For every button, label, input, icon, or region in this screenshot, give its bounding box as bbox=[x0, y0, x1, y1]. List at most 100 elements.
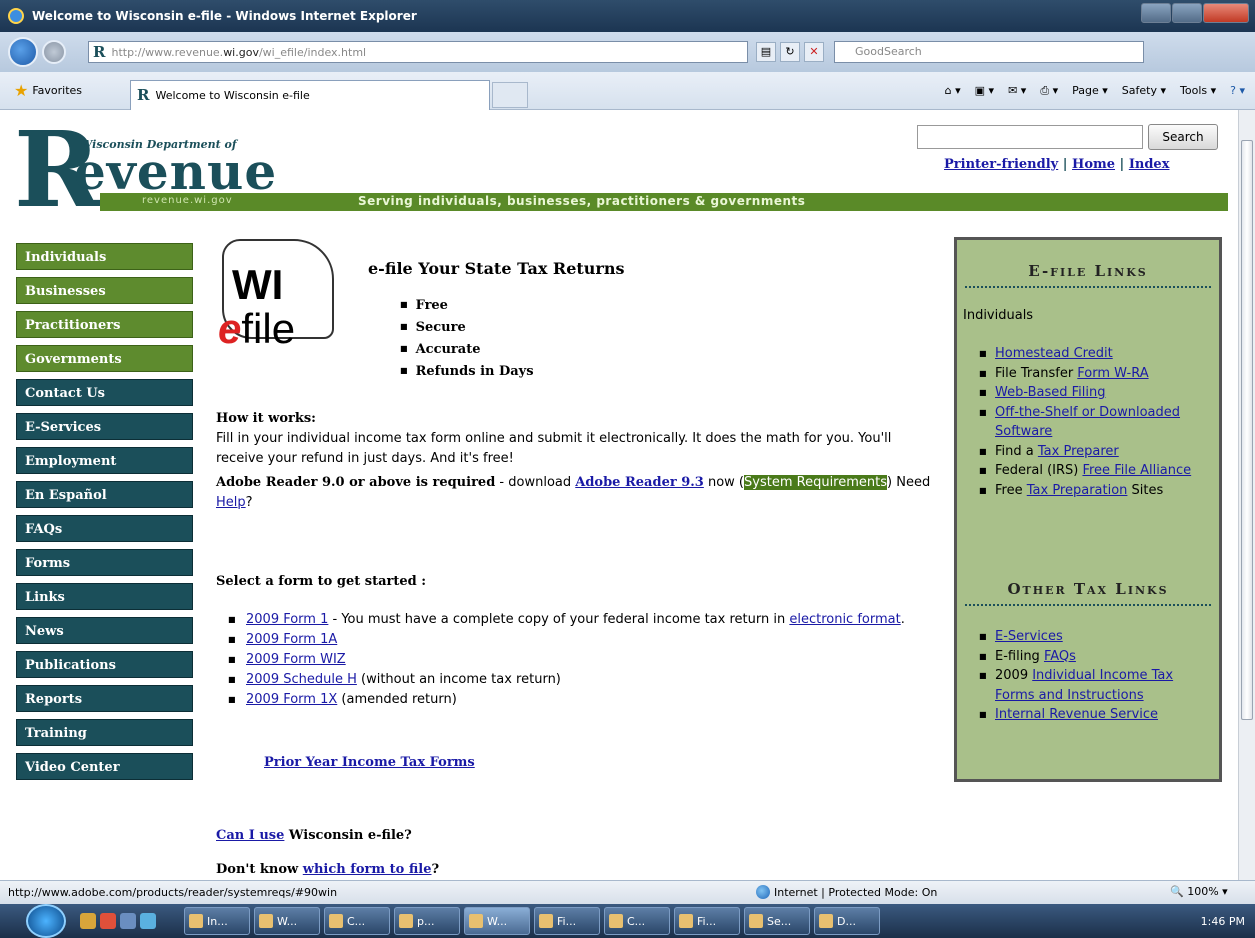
nav-item[interactable]: Practitioners bbox=[16, 311, 193, 338]
adobe-reader-link[interactable]: Adobe Reader 9.3 bbox=[575, 475, 704, 490]
nav-item[interactable]: En Español bbox=[16, 481, 193, 508]
taskbar-button[interactable]: Fi... bbox=[674, 907, 740, 935]
search-input[interactable]: GoodSearch bbox=[834, 41, 1144, 63]
url-input[interactable]: R http://www.revenue. wi.gov/wi_efile/ind… bbox=[88, 41, 748, 63]
sidebar-link[interactable]: FAQs bbox=[1044, 649, 1076, 664]
nav-item[interactable]: Governments bbox=[16, 345, 193, 372]
mail-icon[interactable]: ✉ ▾ bbox=[1008, 84, 1026, 97]
nav-item[interactable]: Contact Us bbox=[16, 379, 193, 406]
home-link[interactable]: Home bbox=[1072, 157, 1115, 172]
sidebar-link[interactable]: Off-the-Shelf or Downloaded Software bbox=[995, 405, 1180, 440]
taskbar-button[interactable]: Se... bbox=[744, 907, 810, 935]
logo-wi: WI bbox=[232, 261, 284, 308]
sidebar-item: 2009 Individual Income Tax Forms and Ins… bbox=[979, 666, 1215, 705]
dont-know: Don't know which form to file? bbox=[216, 862, 439, 877]
printer-friendly-link[interactable]: Printer-friendly bbox=[944, 157, 1058, 172]
nav-item[interactable]: Publications bbox=[16, 651, 193, 678]
help-icon[interactable]: ? ▾ bbox=[1230, 84, 1245, 97]
security-zone[interactable]: Internet | Protected Mode: On bbox=[756, 885, 937, 899]
nav-item[interactable]: Individuals bbox=[16, 243, 193, 270]
feeds-icon[interactable]: ▣ ▾ bbox=[975, 84, 994, 97]
taskbar-button[interactable]: W... bbox=[254, 907, 320, 935]
individuals-label: Individuals bbox=[963, 308, 1034, 323]
sidebar-link[interactable]: Web-Based Filing bbox=[995, 385, 1105, 400]
form-item: 2009 Form 1A bbox=[228, 630, 946, 650]
minimize-button[interactable] bbox=[1141, 3, 1171, 23]
sidebar-link[interactable]: Homestead Credit bbox=[995, 346, 1113, 361]
sidebar-link[interactable]: Tax Preparation bbox=[1027, 483, 1128, 498]
taskbar-button[interactable]: In... bbox=[184, 907, 250, 935]
site-search-input[interactable] bbox=[917, 125, 1143, 149]
sidebar-link[interactable]: Tax Preparer bbox=[1038, 444, 1119, 459]
nav-item[interactable]: Businesses bbox=[16, 277, 193, 304]
start-button[interactable] bbox=[26, 904, 66, 938]
form-link[interactable]: 2009 Form WIZ bbox=[246, 652, 346, 667]
compat-icon[interactable]: ▤ bbox=[756, 42, 776, 62]
app-icon[interactable] bbox=[140, 913, 156, 929]
taskbar-button[interactable]: W... bbox=[464, 907, 530, 935]
sidebar-link[interactable]: Form W-RA bbox=[1077, 366, 1148, 381]
taskbar-button[interactable]: C... bbox=[604, 907, 670, 935]
home-icon[interactable]: ⌂ ▾ bbox=[945, 84, 961, 97]
close-button[interactable] bbox=[1203, 3, 1249, 23]
app-icon[interactable] bbox=[100, 913, 116, 929]
tools-menu[interactable]: Tools ▾ bbox=[1180, 84, 1216, 97]
nav-item[interactable]: FAQs bbox=[16, 515, 193, 542]
back-button[interactable] bbox=[8, 37, 38, 67]
help-link[interactable]: Help bbox=[216, 495, 246, 510]
sidebar-post: Sites bbox=[1127, 482, 1164, 498]
taskbar-button[interactable]: C... bbox=[324, 907, 390, 935]
nav-item[interactable]: Reports bbox=[16, 685, 193, 712]
nav-item[interactable]: Video Center bbox=[16, 753, 193, 780]
nav-item[interactable]: E-Services bbox=[16, 413, 193, 440]
vertical-scrollbar[interactable] bbox=[1238, 110, 1255, 880]
zoom-level[interactable]: 🔍 100% ▾ bbox=[1170, 885, 1228, 898]
sidebar-pre: Federal (IRS) bbox=[995, 463, 1083, 478]
form-link[interactable]: 2009 Schedule H bbox=[246, 672, 357, 687]
maximize-button[interactable] bbox=[1172, 3, 1202, 23]
form-link[interactable]: 2009 Form 1A bbox=[246, 632, 337, 647]
taskbar-button[interactable]: D... bbox=[814, 907, 880, 935]
app-icon bbox=[189, 914, 203, 928]
sidebar-link[interactable]: E-Services bbox=[995, 629, 1063, 644]
index-link[interactable]: Index bbox=[1129, 157, 1170, 172]
adobe-requirement: Adobe Reader 9.0 or above is required - … bbox=[216, 473, 941, 513]
taskbar-button[interactable]: Fi... bbox=[534, 907, 600, 935]
tab-active[interactable]: R Welcome to Wisconsin e-file bbox=[130, 79, 490, 110]
page-menu[interactable]: Page ▾ bbox=[1072, 84, 1108, 97]
print-icon[interactable]: ⎙ ▾ bbox=[1040, 84, 1058, 98]
nav-item[interactable]: Employment bbox=[16, 447, 193, 474]
sidebar-item: E-Services bbox=[979, 627, 1215, 647]
firefox-icon[interactable] bbox=[80, 913, 96, 929]
nav-item[interactable]: Links bbox=[16, 583, 193, 610]
favorites-button[interactable]: ★ Favorites bbox=[0, 81, 130, 100]
electronic-format-link[interactable]: electronic format bbox=[789, 612, 900, 627]
new-tab-button[interactable] bbox=[492, 81, 528, 108]
sidebar-link[interactable]: Free File Alliance bbox=[1082, 463, 1191, 478]
nav-item[interactable]: Training bbox=[16, 719, 193, 746]
site-search-button[interactable]: Search bbox=[1148, 124, 1218, 150]
refresh-icon[interactable]: ↻ bbox=[780, 42, 800, 62]
forward-button[interactable] bbox=[42, 40, 66, 64]
system-requirements-link[interactable]: System Requirements bbox=[744, 475, 888, 490]
app-icon[interactable] bbox=[120, 913, 136, 929]
sidebar-link[interactable]: Internal Revenue Service bbox=[995, 707, 1158, 722]
nav-item[interactable]: News bbox=[16, 617, 193, 644]
nav-item[interactable]: Forms bbox=[16, 549, 193, 576]
task-buttons: In... W... C... p... W... Fi... C... Fi... Se...… bbox=[180, 907, 880, 935]
prior-year-forms-link[interactable]: Prior Year Income Tax Forms bbox=[264, 755, 475, 770]
sidebar-pre: Free bbox=[995, 482, 1027, 498]
top-links: Printer-friendly | Home | Index bbox=[944, 157, 1169, 172]
sidebar-item: Free Tax Preparation Sites bbox=[979, 481, 1215, 501]
form-link[interactable]: 2009 Form 1 bbox=[246, 612, 328, 627]
taskbar-button[interactable]: p... bbox=[394, 907, 460, 935]
stop-icon[interactable]: ✕ bbox=[804, 42, 824, 62]
can-i-use-link[interactable]: Can I use bbox=[216, 828, 284, 843]
which-form-link[interactable]: which form to file bbox=[303, 862, 432, 877]
window-title-bar: Welcome to Wisconsin e-file - Windows In… bbox=[0, 0, 1255, 32]
form-link[interactable]: 2009 Form 1X bbox=[246, 692, 337, 707]
scrollbar-thumb[interactable] bbox=[1241, 140, 1253, 720]
url-domain: wi.gov bbox=[223, 45, 259, 59]
favorites-bar: ★ Favorites R Welcome to Wisconsin e-fil… bbox=[0, 72, 1255, 110]
safety-menu[interactable]: Safety ▾ bbox=[1122, 84, 1166, 97]
